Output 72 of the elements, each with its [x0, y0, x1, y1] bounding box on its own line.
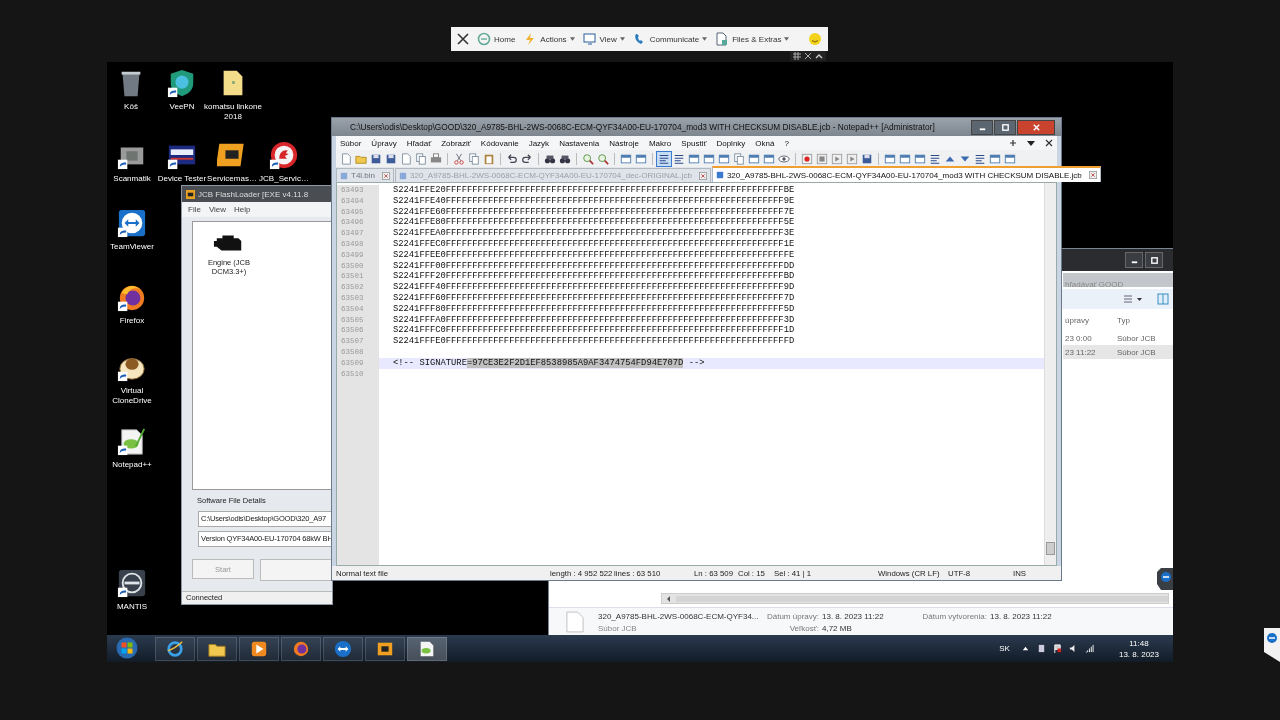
menu-item[interactable]: Spustiť: [681, 138, 707, 148]
desktop-icon-label: Kôš: [124, 102, 138, 112]
menu-item[interactable]: View: [208, 205, 227, 214]
window-title: JCB FlashLoader [EXE v4.11.8: [198, 189, 309, 199]
menu-item[interactable]: Jazyk: [528, 138, 550, 148]
menu-item[interactable]: Nástroje: [609, 138, 639, 148]
desktop-icon-label: VeePN: [169, 102, 195, 112]
toolbar-menu-button[interactable]: Actions: [521, 32, 577, 46]
file-name: 320_A9785-BHL-2WS-0068C-ECM-QYF34...: [598, 611, 760, 621]
desktop-icon-label: Device Tester: [157, 174, 207, 184]
desktop-icon-label: MANTIS: [116, 602, 148, 612]
code-line: S2241FFF20FFFFFFFFFFFFFFFFFFFFFFFFFFFFFFFFFFFFFFFFFFFFFFFFFFFFFFFFFFFFFFFFBD: [393, 271, 795, 283]
code-line: S2241FFE20FFFFFFFFFFFFFFFFFFFFFFFFFFFFFFFFFFFFFFFFFFFFFFFFFFFFFFFFFFFFFFFFBE: [393, 185, 795, 196]
menu-item[interactable]: Hľadať: [406, 138, 432, 148]
file-type: Súbor JCB: [598, 623, 638, 633]
code-line: S2241FFF40FFFFFFFFFFFFFFFFFFFFFFFFFFFFFFFFFFFFFFFFFFFFFFFFFFFFFFFFFFFFFFFF9D: [393, 282, 795, 293]
file-row[interactable]: 23 11:22 Súbor JCB: [1063, 345, 1173, 359]
detail-label: Veľkosť:: [788, 623, 820, 633]
toolbar-menu-button[interactable]: Communicate: [630, 32, 710, 46]
desktop-icon-label: Servicemas…: [207, 174, 257, 184]
code-line: S2241FFFC0FFFFFFFFFFFFFFFFFFFFFFFFFFFFFFFFFFFFFFFFFFFFFFFFFFFFFFFFFFFFFFFF1D: [393, 325, 795, 337]
detail-value: 13. 8. 2023 11:22: [990, 611, 1053, 621]
file-row[interactable]: 23 0:00 Súbor JCB: [1063, 331, 1173, 345]
detail-value: 4,72 MB: [822, 623, 853, 633]
table-cell-text: Súbor JCB: [1117, 347, 1157, 357]
menu-item[interactable]: Help: [234, 205, 251, 214]
desktop-icon-label: Scanmatik: [113, 174, 151, 184]
detail-label: Dátum úpravy:: [765, 611, 820, 621]
column-header[interactable]: Typ: [1117, 315, 1169, 325]
desktop-icon-label: Firefox: [119, 316, 145, 326]
window-title: C:\Users\odis\Desktop\GOOD\320_A9785-BHL-2WS-0068C-ECM-QYF34A00-EU-170704_mod3 WITH CHECKSUM DISABLE.jcb - Notepad++ [Administrator]: [350, 122, 935, 132]
file-tab[interactable]: 320_A9785-BHL-2WS-0068C-ECM-QYF34A00-EU-170704_mod3 WITH CHECKSUM DISABLE.jcb: [711, 166, 1101, 182]
detail-value: 13. 8. 2023 11:22: [822, 611, 885, 621]
menu-item[interactable]: Súbor: [340, 138, 362, 148]
menu-item[interactable]: Makro: [648, 138, 672, 148]
menu-item[interactable]: ?: [784, 138, 789, 148]
file-tab[interactable]: T4l.bin: [336, 168, 394, 182]
code-line: S2241FFE80FFFFFFFFFFFFFFFFFFFFFFFFFFFFFFFFFFFFFFFFFFFFFFFFFFFFFFFFFFFFFFFF5E: [393, 217, 795, 229]
menu-item[interactable]: Úpravy: [371, 138, 397, 148]
table-cell-text: Súbor JCB: [1117, 333, 1157, 343]
code-line: S2241FFF80FFFFFFFFFFFFFFFFFFFFFFFFFFFFFFFFFFFFFFFFFFFFFFFFFFFFFFFFFFFFFFFF5D: [393, 303, 795, 315]
toolbar-menu-button[interactable]: Files & Extras: [713, 32, 792, 46]
clock-time[interactable]: 11:48: [1129, 637, 1149, 649]
column-header[interactable]: úpravy: [1065, 315, 1117, 325]
desktop-icon-label: TeamViewer: [110, 242, 154, 252]
code-line: <!-- SIGNATURE=97CE3E2F2D1EF8538985A9AF3474754FD94E707D -->: [393, 357, 705, 369]
menu-item[interactable]: Okná: [755, 138, 775, 148]
table-cell-text: 23 11:22: [1065, 347, 1097, 357]
menu-item[interactable]: Zobraziť: [441, 138, 471, 148]
toolbar-menu-button[interactable]: Home: [475, 32, 518, 46]
code-line: S2241FFE60FFFFFFFFFFFFFFFFFFFFFFFFFFFFFFFFFFFFFFFFFFFFFFFFFFFFFFFFFFFFFFFF7E: [393, 206, 795, 218]
code-line: S2241FFEC0FFFFFFFFFFFFFFFFFFFFFFFFFFFFFFFFFFFFFFFFFFFFFFFFFFFFFFFFFFFFFFFF1E: [393, 239, 795, 250]
code-line: S2241FFEE0FFFFFFFFFFFFFFFFFFFFFFFFFFFFFFFFFFFFFFFFFFFFFFFFFFFFFFFFFFFFFFFFFE: [393, 249, 795, 261]
language-indicator[interactable]: SK: [999, 644, 1010, 653]
menu-item[interactable]: File: [188, 205, 201, 214]
desktop-icon-label: komatsu linkone 2018: [204, 102, 262, 122]
menu-item[interactable]: Nastavenia: [559, 138, 600, 148]
desktop-icon-label: JCB_Servic…: [259, 174, 309, 184]
desktop-icon-label: Notepad++: [112, 460, 152, 470]
detail-label: Dátum vytvorenia:: [921, 611, 988, 621]
code-line: S2241FFF60FFFFFFFFFFFFFFFFFFFFFFFFFFFFFFFFFFFFFFFFFFFFFFFFFFFFFFFFFFFFFFFF7D: [393, 292, 795, 304]
toolbar-menu-button[interactable]: View: [580, 32, 627, 46]
code-line: S2241FFEA0FFFFFFFFFFFFFFFFFFFFFFFFFFFFFFFFFFFFFFFFFFFFFFFFFFFFFFFFFFFFFFFF3E: [393, 228, 795, 239]
code-line: S2241FFFA0FFFFFFFFFFFFFFFFFFFFFFFFFFFFFFFFFFFFFFFFFFFFFFFFFFFFFFFFFFFFFFFF3D: [393, 314, 795, 326]
menu-item[interactable]: Kódovanie: [480, 138, 519, 148]
menu-item[interactable]: Doplnky: [716, 138, 746, 148]
code-line: S2241FFE40FFFFFFFFFFFFFFFFFFFFFFFFFFFFFFFFFFFFFFFFFFFFFFFFFFFFFFFFFFFFFFFF9E: [393, 195, 795, 207]
code-line: S2241FFFE0FFFFFFFFFFFFFFFFFFFFFFFFFFFFFFFFFFFFFFFFFFFFFFFFFFFFFFFFFFFFFFFFFD: [393, 336, 795, 347]
table-cell-text: 23 0:00: [1065, 333, 1093, 343]
clock-date[interactable]: 13. 8. 2023: [1118, 648, 1159, 660]
desktop-icon-label: Virtual CloneDrive: [111, 386, 153, 406]
code-line: S2241FFF00FFFFFFFFFFFFFFFFFFFFFFFFFFFFFFFFFFFFFFFFFFFFFFFFFFFFFFFFFFFFFFFFDD: [393, 260, 795, 272]
